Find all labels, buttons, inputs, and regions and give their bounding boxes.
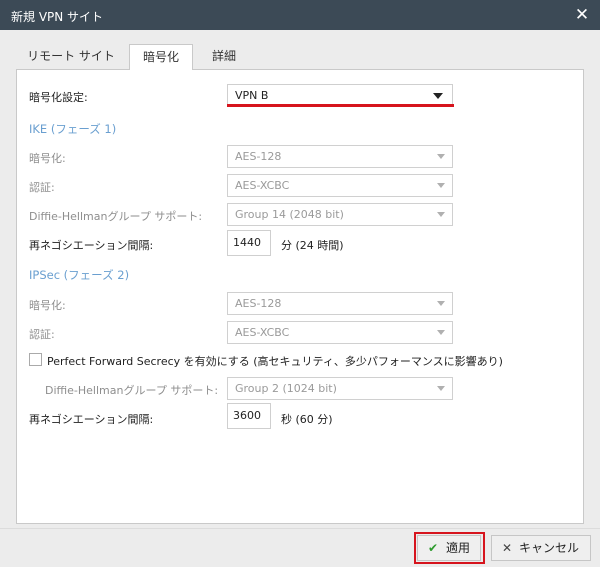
pfs-checkbox[interactable] [29, 353, 42, 366]
chevron-down-icon [437, 154, 445, 159]
ipsec-renegotiation-input[interactable]: 3600 [227, 403, 271, 429]
ipsec-renegotiation-unit: 秒 (60 分) [281, 413, 333, 426]
ipsec-encryption-select[interactable]: AES-128 [227, 292, 453, 315]
ike-auth-select[interactable]: AES-XCBC [227, 174, 453, 197]
ike-renegotiation-unit: 分 (24 時間) [281, 239, 344, 252]
encryption-setting-label: 暗号化設定: [29, 91, 88, 104]
dialog-footer: ✔ 適用 ✕ キャンセル [0, 528, 600, 567]
ipsec-auth-label: 認証: [29, 328, 55, 341]
ike-encryption-label: 暗号化: [29, 152, 66, 165]
chevron-down-icon [437, 183, 445, 188]
title-bar: 新規 VPN サイト ✕ [0, 0, 600, 30]
chevron-down-icon [437, 212, 445, 217]
encryption-setting-value: VPN B [235, 89, 269, 102]
ike-dh-select[interactable]: Group 14 (2048 bit) [227, 203, 453, 226]
ike-auth-value: AES-XCBC [235, 179, 290, 192]
ike-encryption-value: AES-128 [235, 150, 282, 163]
ipsec-encryption-label: 暗号化: [29, 299, 66, 312]
tab-details[interactable]: 詳細 [199, 44, 249, 70]
ipsec-dh-select[interactable]: Group 2 (1024 bit) [227, 377, 453, 400]
ipsec-heading: IPSec (フェーズ 2) [29, 268, 130, 282]
window-title: 新規 VPN サイト [11, 10, 104, 24]
chevron-down-icon [437, 386, 445, 391]
ipsec-auth-select[interactable]: AES-XCBC [227, 321, 453, 344]
ipsec-renegotiation-label: 再ネゴシエーション間隔: [29, 413, 154, 426]
x-icon: ✕ [502, 541, 513, 555]
ike-renegotiation-label: 再ネゴシエーション間隔: [29, 239, 154, 252]
close-icon[interactable]: ✕ [572, 5, 592, 25]
ike-encryption-select[interactable]: AES-128 [227, 145, 453, 168]
chevron-down-icon [433, 93, 443, 99]
ipsec-auth-value: AES-XCBC [235, 326, 290, 339]
tab-remote-site[interactable]: リモート サイト [16, 44, 126, 70]
apply-highlight-frame [414, 532, 485, 564]
chevron-down-icon [437, 330, 445, 335]
highlight-underline [227, 104, 454, 107]
cancel-label: キャンセル [519, 541, 580, 555]
encryption-panel: 暗号化設定: VPN B IKE (フェーズ 1) 暗号化: AES-128 認… [16, 69, 584, 524]
chevron-down-icon [437, 301, 445, 306]
ipsec-dh-label: Diffie-Hellmanグループ サポート: [45, 384, 219, 397]
pfs-label: Perfect Forward Secrecy を有効にする (高セキュリティ、… [47, 355, 503, 368]
ipsec-dh-value: Group 2 (1024 bit) [235, 382, 337, 395]
ike-heading: IKE (フェーズ 1) [29, 122, 117, 136]
ike-dh-label: Diffie-Hellmanグループ サポート: [29, 210, 203, 223]
tab-encryption[interactable]: 暗号化 [129, 44, 193, 70]
ike-dh-value: Group 14 (2048 bit) [235, 208, 344, 221]
ike-renegotiation-input[interactable]: 1440 [227, 230, 271, 256]
cancel-button[interactable]: ✕ キャンセル [491, 535, 591, 561]
ike-auth-label: 認証: [29, 181, 55, 194]
ipsec-encryption-value: AES-128 [235, 297, 282, 310]
